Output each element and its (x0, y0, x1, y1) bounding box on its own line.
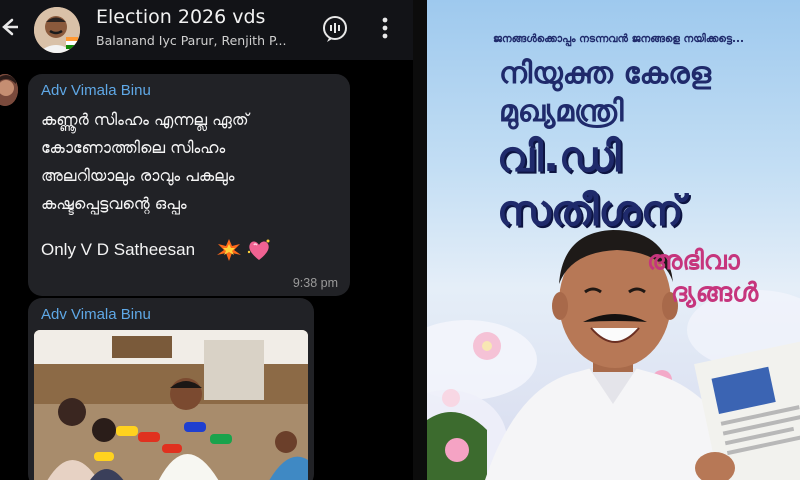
photo-attachment[interactable] (34, 330, 308, 480)
poster-image: ജനങ്ങൾക്കൊപ്പം നടന്നവൻ ജനങ്ങളെ നയിക്കട്ട… (427, 0, 800, 480)
message-line: കോണോത്തിലെ സിംഹം (41, 138, 226, 157)
chat-screen: Election 2026 vds Balanand Iyc Parur, Re… (0, 0, 413, 480)
message-closing: Only V D Satheesan (41, 240, 196, 259)
sender-avatar[interactable] (0, 74, 18, 106)
poster-name: വി.ഡി (497, 132, 621, 181)
collision-emoji (217, 239, 241, 261)
voice-chat-icon[interactable] (320, 13, 350, 43)
message-line: കഷ്ടപ്പെട്ടവന്റെ ഒപ്പം (41, 194, 187, 213)
sender-name[interactable]: Adv Vimala Binu (41, 82, 151, 99)
group-avatar[interactable] (34, 7, 80, 53)
poster-name: സതീശന് (497, 186, 684, 235)
message-line: കണ്ണൂർ സിംഹം എന്നല്ല ഏത് (41, 110, 249, 129)
image-divider (413, 0, 427, 480)
message-time: 9:38 pm (292, 276, 338, 290)
more-vert-icon[interactable] (378, 14, 392, 42)
poster-heading: മുഖ്യമന്ത്രി (499, 94, 624, 129)
group-members[interactable]: Balanand Iyc Parur, Renjith P... (96, 33, 306, 48)
poster-tagline: ജനങ്ങൾക്കൊപ്പം നടന്നവൻ ജനങ്ങളെ നയിക്കട്ട… (493, 33, 744, 45)
sparkling-heart-emoji (247, 239, 270, 260)
group-title[interactable]: Election 2026 vds (96, 6, 265, 28)
back-arrow-icon[interactable] (0, 14, 18, 40)
poster-heading: നിയുക്ത കേരള (499, 56, 712, 91)
poster-greeting: ദ്യങ്ങൾ (671, 278, 759, 308)
message-bubble[interactable]: Adv Vimala Binu (28, 298, 314, 480)
message-bubble[interactable]: Adv Vimala Binu കണ്ണൂർ സിംഹം എന്നല്ല ഏത്… (28, 74, 350, 296)
message-line: അലറിയാലും രാവും പകലും (41, 166, 235, 185)
poster-greeting: അഭിവാ (647, 246, 740, 276)
chat-header: Election 2026 vds Balanand Iyc Parur, Re… (0, 0, 413, 60)
sender-name[interactable]: Adv Vimala Binu (41, 306, 151, 323)
